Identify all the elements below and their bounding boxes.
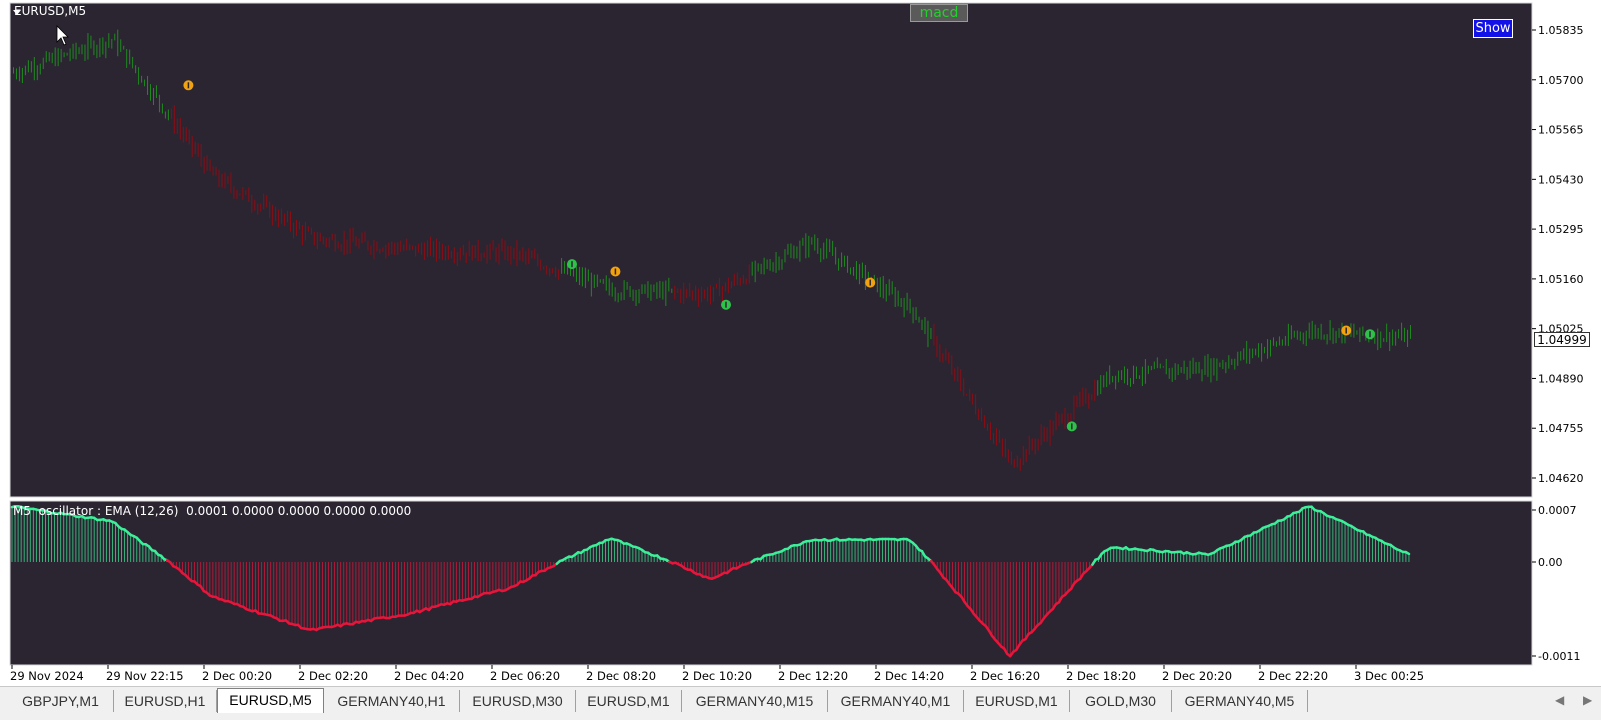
tab-germany40-h1[interactable]: GERMANY40,H1 <box>324 690 460 712</box>
tab-germany40-m1[interactable]: GERMANY40,M1 <box>828 690 964 712</box>
price-tick-label: 1.05160 <box>1538 273 1584 286</box>
time-tick-label: 2 Dec 04:20 <box>394 669 464 683</box>
indicator-tick-label: -0.0011 <box>1538 650 1580 663</box>
price-tick-label: 1.05835 <box>1538 24 1584 37</box>
oscillator-line-segment <box>1404 550 1411 556</box>
macd-button[interactable]: macd <box>910 4 968 22</box>
tab-eurusd-m1-2[interactable]: EURUSD,M1 <box>964 690 1070 712</box>
time-tick-label: 2 Dec 20:20 <box>1162 669 1232 683</box>
scroll-right-icon[interactable]: ▶ <box>1583 693 1592 707</box>
time-tick-label: 2 Dec 06:20 <box>490 669 560 683</box>
time-tick-label: 2 Dec 02:20 <box>298 669 368 683</box>
indicator-pane[interactable] <box>9 500 1533 666</box>
price-axis: 1.05835 1.05700 1.05565 1.05430 1.05295 1.051… <box>1532 24 1584 485</box>
scroll-left-icon[interactable]: ◀ <box>1555 693 1564 707</box>
time-tick-label: 2 Dec 22:20 <box>1258 669 1328 683</box>
tab-gold-m30[interactable]: GOLD,M30 <box>1070 690 1172 712</box>
time-tick-label: 2 Dec 12:20 <box>778 669 848 683</box>
tab-eurusd-m1[interactable]: EURUSD,M1 <box>576 690 682 712</box>
time-tick-label: 2 Dec 10:20 <box>682 669 752 683</box>
indicator-tick-label: 0.00 <box>1538 556 1563 569</box>
time-tick-label: 2 Dec 18:20 <box>1066 669 1136 683</box>
chart-window[interactable]: 1.05835 1.05700 1.05565 1.05430 1.05295 1.051… <box>0 0 1601 686</box>
time-tick-label: 29 Nov 2024 <box>10 669 84 683</box>
time-tick-label: 3 Dec 00:25 <box>1354 669 1424 683</box>
time-axis: 29 Nov 2024 29 Nov 22:15 2 Dec 00:20 2 Dec … <box>10 665 1424 683</box>
price-tick-label: 1.04620 <box>1538 472 1584 485</box>
tab-eurusd-h1[interactable]: EURUSD,H1 <box>114 690 217 712</box>
time-tick-label: 2 Dec 14:20 <box>874 669 944 683</box>
price-tick-label: 1.05700 <box>1538 74 1584 87</box>
price-pane[interactable] <box>9 2 1533 498</box>
price-tick-label: 1.05430 <box>1538 173 1584 186</box>
price-tick-label: 1.04890 <box>1538 372 1584 385</box>
tab-eurusd-m5[interactable]: EURUSD,M5 <box>217 688 324 713</box>
tab-eurusd-m30[interactable]: EURUSD,M30 <box>460 690 576 712</box>
indicator-label: M5 oscillator : EMA (12,26) 0.0001 0.000… <box>13 504 412 518</box>
show-button[interactable]: Show <box>1473 19 1513 38</box>
price-tick-label: 1.05565 <box>1538 124 1584 137</box>
chart-tab-bar: GBPJPY,M1 EURUSD,H1 EURUSD,M5 GERMANY40,… <box>0 686 1601 720</box>
time-tick-label: 2 Dec 16:20 <box>970 669 1040 683</box>
tab-germany40-m15[interactable]: GERMANY40,M15 <box>682 690 828 712</box>
symbol-title: EURUSD,M5 <box>14 4 87 18</box>
time-tick-label: 29 Nov 22:15 <box>106 669 184 683</box>
price-tick-label: 1.04755 <box>1538 422 1584 435</box>
current-price-label: 1.04999 <box>1534 332 1590 347</box>
indicator-axis: 0.0007 0.00 -0.0011 <box>1532 504 1580 663</box>
tab-germany40-m5[interactable]: GERMANY40,M5 <box>1172 690 1308 712</box>
price-tick-label: 1.05295 <box>1538 223 1584 236</box>
indicator-tick-label: 0.0007 <box>1538 504 1577 517</box>
tab-gbpjpy-m1[interactable]: GBPJPY,M1 <box>8 690 114 712</box>
time-tick-label: 2 Dec 00:20 <box>202 669 272 683</box>
time-tick-label: 2 Dec 08:20 <box>586 669 656 683</box>
chart-canvas[interactable]: 1.05835 1.05700 1.05565 1.05430 1.05295 1.051… <box>0 0 1601 686</box>
